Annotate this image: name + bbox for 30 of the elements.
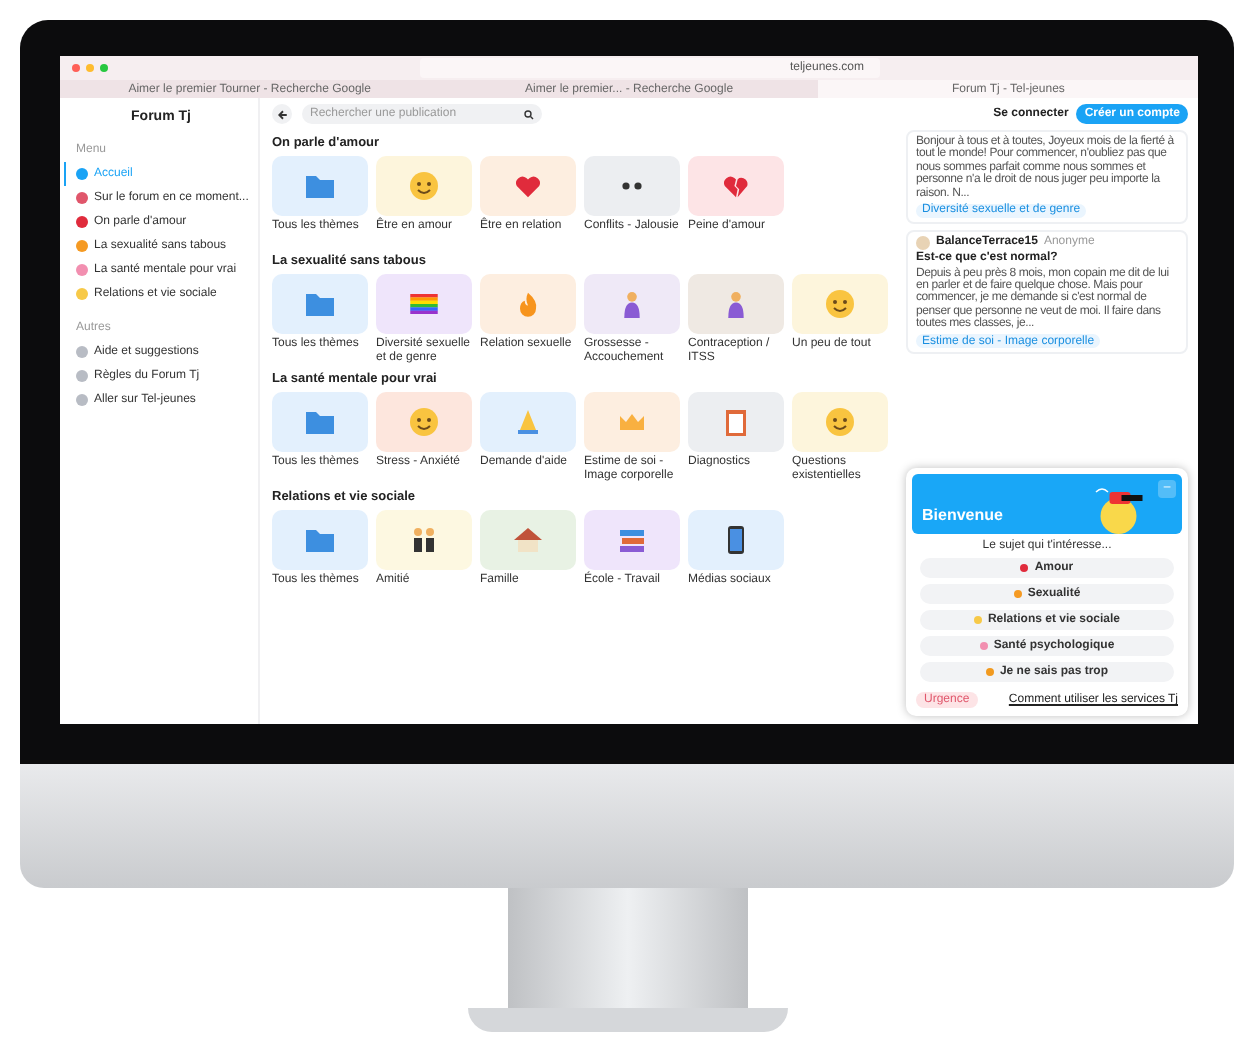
folder-icon bbox=[306, 529, 334, 552]
face-icon bbox=[826, 408, 854, 437]
folder-icon bbox=[306, 411, 334, 434]
broken-heart-icon bbox=[720, 170, 752, 202]
house-icon bbox=[514, 528, 542, 553]
face-icon bbox=[826, 290, 854, 318]
crown-icon bbox=[620, 414, 644, 431]
theme-card[interactable] bbox=[688, 510, 784, 571]
rainbow-flag-icon bbox=[410, 294, 438, 314]
theme-card[interactable] bbox=[376, 510, 472, 571]
folder-icon bbox=[306, 175, 334, 197]
face-icon bbox=[410, 172, 438, 200]
two-people-icon bbox=[414, 528, 434, 553]
clipboard-icon bbox=[726, 409, 746, 436]
welcome-title: Bienvenue bbox=[922, 506, 1003, 524]
search-icon bbox=[524, 109, 534, 119]
person-icon bbox=[624, 291, 640, 317]
maximize-icon[interactable] bbox=[100, 64, 108, 72]
post-card[interactable] bbox=[906, 229, 1188, 355]
books-icon bbox=[620, 529, 644, 552]
back-button[interactable] bbox=[272, 104, 292, 124]
eyes-icon bbox=[622, 182, 642, 190]
close-icon[interactable] bbox=[72, 64, 80, 72]
phone-icon bbox=[728, 526, 744, 555]
arrow-left-icon bbox=[277, 109, 287, 119]
folder-icon bbox=[306, 293, 334, 315]
person-icon bbox=[728, 291, 744, 317]
face-icon bbox=[410, 408, 438, 437]
heart-icon bbox=[512, 170, 544, 202]
avatar-icon bbox=[916, 235, 930, 250]
